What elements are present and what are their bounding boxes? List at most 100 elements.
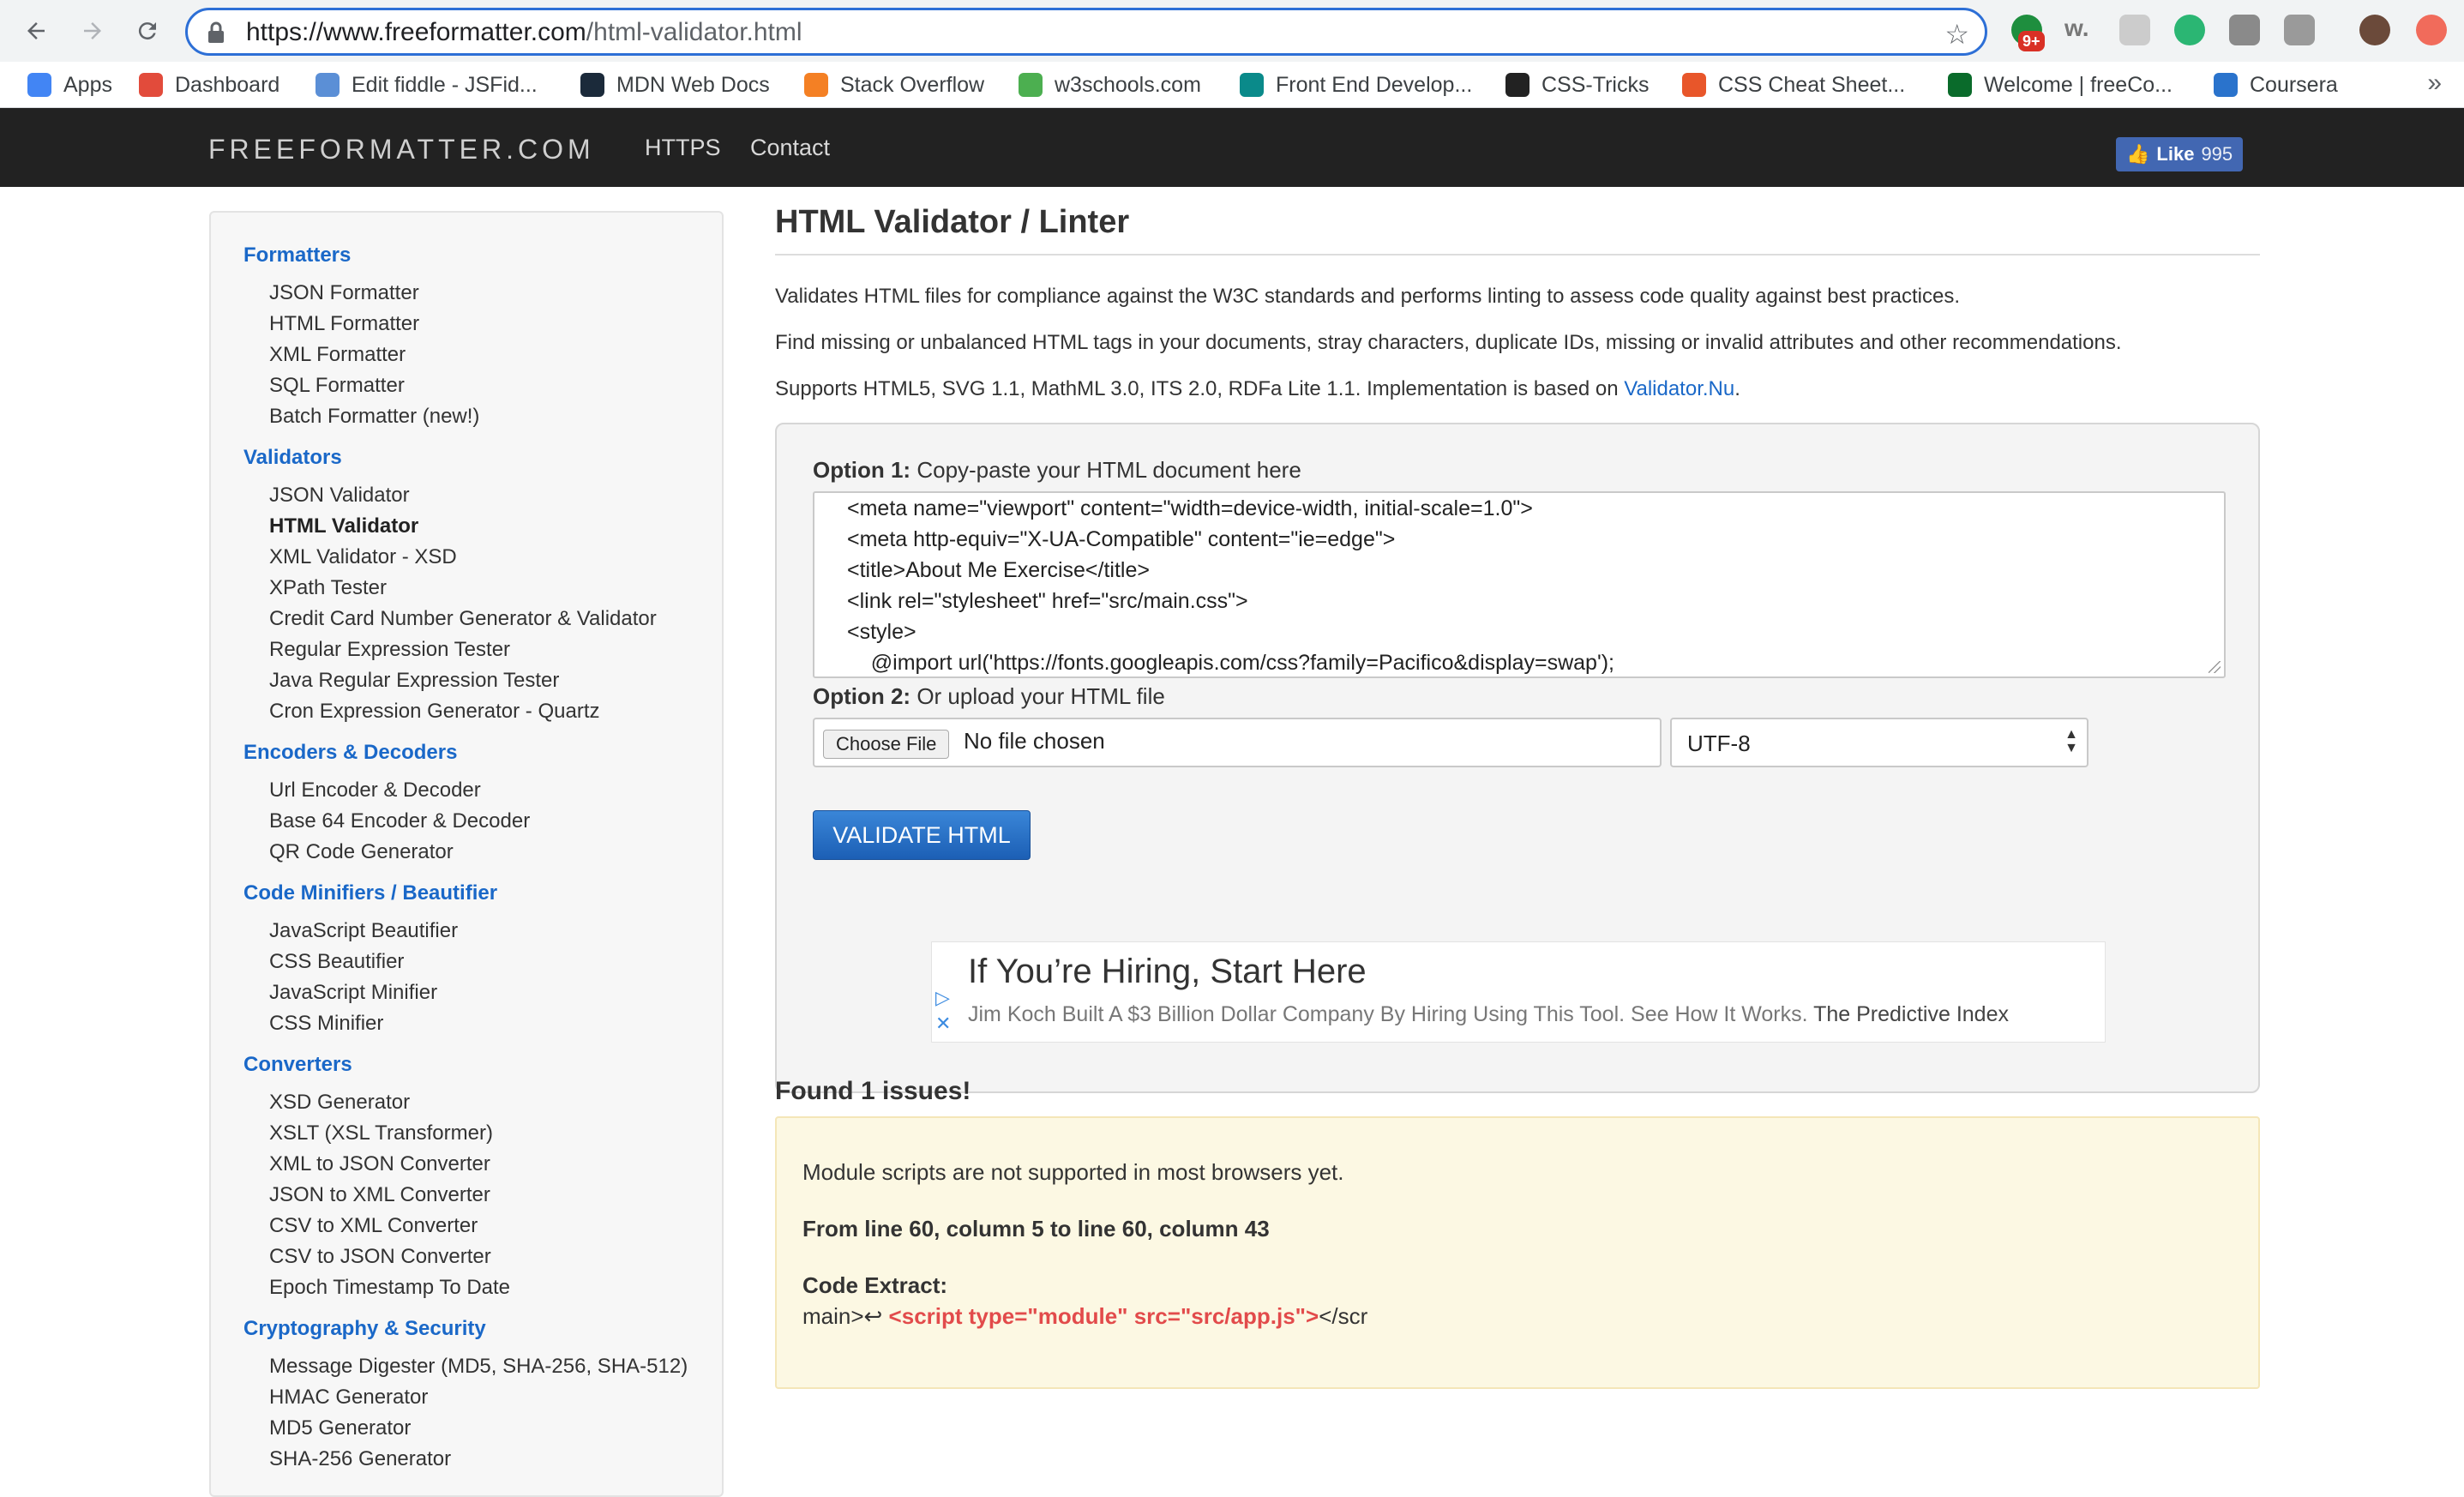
bookmark-item[interactable]: Dashboard <box>139 70 279 99</box>
sidebar-section-title[interactable]: Validators <box>243 446 342 470</box>
address-bar[interactable]: https://www.freeformatter.com/html-valid… <box>185 8 1987 56</box>
choose-file-button[interactable]: Choose File <box>823 730 950 759</box>
sidebar-section-title[interactable]: Formatters <box>243 243 351 268</box>
bookmark-item[interactable]: Front End Develop... <box>1240 70 1472 99</box>
bookmark-label: Stack Overflow <box>840 72 985 97</box>
sidebar-item[interactable]: Message Digester (MD5, SHA-256, SHA-512) <box>269 1355 688 1379</box>
bookmark-label: Welcome | freeCo... <box>1984 72 2173 97</box>
file-status: No file chosen <box>964 728 1105 754</box>
extension-icon[interactable] <box>2174 15 2205 45</box>
sidebar-item[interactable]: XSLT (XSL Transformer) <box>269 1121 493 1145</box>
extension-icon[interactable] <box>2229 15 2260 45</box>
sidebar-item[interactable]: Url Encoder & Decoder <box>269 779 481 803</box>
issue-card: Module scripts are not supported in most… <box>775 1116 2260 1389</box>
sidebar-item[interactable]: XPath Tester <box>269 576 387 600</box>
encoding-value: UTF-8 <box>1687 730 1751 756</box>
sidebar-item[interactable]: JSON Validator <box>269 484 410 508</box>
ad-body[interactable]: Jim Koch Built A $3 Billion Dollar Compa… <box>968 1002 2009 1027</box>
sidebar-item[interactable]: Epoch Timestamp To Date <box>269 1276 510 1300</box>
bookmark-item[interactable]: CSS-Tricks <box>1505 70 1649 99</box>
bookmark-item[interactable]: MDN Web Docs <box>580 70 770 99</box>
bookmark-star-icon[interactable]: ☆ <box>1944 18 1969 51</box>
browser-toolbar: https://www.freeformatter.com/html-valid… <box>0 0 2464 62</box>
code-line: <title>About Me Exercise</title> <box>847 558 1150 582</box>
bookmark-favicon-icon <box>1948 73 1972 97</box>
bookmark-favicon-icon <box>1505 73 1529 97</box>
title-divider <box>775 254 2260 256</box>
ad-headline[interactable]: If You’re Hiring, Start Here <box>968 953 1367 991</box>
sidebar-item[interactable]: JavaScript Minifier <box>269 981 437 1005</box>
bookmark-favicon-icon <box>1019 73 1043 97</box>
bookmark-label: w3schools.com <box>1055 72 1201 97</box>
issue-location: From line 60, column 5 to line 60, colum… <box>802 1216 1270 1241</box>
option2-label: Option 2: Or upload your HTML file <box>813 683 1165 709</box>
sidebar-item[interactable]: MD5 Generator <box>269 1416 411 1440</box>
sidebar-item[interactable]: Batch Formatter (new!) <box>269 405 479 429</box>
bookmark-label: Coursera <box>2250 72 2338 97</box>
bookmark-favicon-icon <box>139 73 163 97</box>
validator-nu-link[interactable]: Validator.Nu <box>1624 377 1734 400</box>
sidebar-section-title[interactable]: Converters <box>243 1053 352 1077</box>
sidebar-item[interactable]: HTML Formatter <box>269 312 419 336</box>
sidebar-item[interactable]: SQL Formatter <box>269 374 405 398</box>
profile-avatar[interactable] <box>2359 15 2390 45</box>
nav-https[interactable]: HTTPS <box>645 135 721 161</box>
sidebar-item[interactable]: Cron Expression Generator - Quartz <box>269 700 600 724</box>
sidebar-item[interactable]: XML Formatter <box>269 343 406 367</box>
resize-handle[interactable] <box>2209 661 2221 673</box>
extension-icon[interactable] <box>2119 15 2150 45</box>
file-upload-input[interactable]: Choose File No file chosen <box>813 718 1662 767</box>
encoding-select[interactable]: UTF-8 ▲ ▼ <box>1670 718 2088 767</box>
bookmark-label: Front End Develop... <box>1276 72 1473 97</box>
sidebar-item[interactable]: XML Validator - XSD <box>269 545 457 569</box>
sidebar-item[interactable]: XML to JSON Converter <box>269 1152 490 1176</box>
sidebar-item[interactable]: JavaScript Beautifier <box>269 919 458 943</box>
bookmark-item[interactable]: Stack Overflow <box>804 70 984 99</box>
code-line: @import url('https://fonts.googleapis.co… <box>847 651 1615 675</box>
site-logo[interactable]: FREEFORMATTER.COM <box>208 134 595 165</box>
bookmark-item[interactable]: CSS Cheat Sheet... <box>1682 70 1905 99</box>
sidebar-section-title[interactable]: Cryptography & Security <box>243 1317 486 1341</box>
extension-w-icon[interactable]: w. <box>2064 15 2095 45</box>
advertisement[interactable]: ▷ ✕ If You’re Hiring, Start Here Jim Koc… <box>931 941 2106 1043</box>
sidebar-item[interactable]: HMAC Generator <box>269 1386 428 1410</box>
sidebar-item[interactable]: JSON Formatter <box>269 281 419 305</box>
intro-paragraph: Find missing or unbalanced HTML tags in … <box>775 331 2122 354</box>
sidebar-item[interactable]: CSS Minifier <box>269 1012 383 1036</box>
update-icon[interactable] <box>2416 15 2447 45</box>
sidebar-section-title[interactable]: Encoders & Decoders <box>243 741 457 765</box>
adchoices-icon[interactable]: ▷ <box>935 987 950 1009</box>
sidebar-item[interactable]: CSS Beautifier <box>269 950 404 974</box>
sidebar-item[interactable]: HTML Validator <box>269 514 418 538</box>
results-heading: Found 1 issues! <box>775 1077 971 1105</box>
sidebar-item[interactable]: JSON to XML Converter <box>269 1183 490 1207</box>
sidebar-item[interactable]: CSV to XML Converter <box>269 1214 478 1238</box>
extension-icon[interactable] <box>2284 15 2315 45</box>
bookmark-item[interactable]: Edit fiddle - JSFid... <box>316 70 538 99</box>
reload-icon[interactable] <box>129 12 166 50</box>
forward-arrow-icon[interactable] <box>74 12 111 50</box>
more-bookmarks-icon[interactable]: » <box>2427 69 2442 98</box>
sidebar-item[interactable]: QR Code Generator <box>269 840 454 864</box>
bookmark-item[interactable]: Welcome | freeCo... <box>1948 70 2173 99</box>
sidebar-item[interactable]: XSD Generator <box>269 1091 410 1115</box>
sidebar-item[interactable]: Java Regular Expression Tester <box>269 669 559 693</box>
facebook-like-button[interactable]: 👍 Like 995 <box>2116 137 2243 171</box>
bookmark-favicon-icon <box>580 73 604 97</box>
sidebar-item[interactable]: Base 64 Encoder & Decoder <box>269 809 530 833</box>
nav-contact[interactable]: Contact <box>750 135 830 161</box>
sidebar-section-title[interactable]: Code Minifiers / Beautifier <box>243 881 497 905</box>
back-arrow-icon[interactable] <box>17 12 55 50</box>
sidebar-item[interactable]: CSV to JSON Converter <box>269 1245 491 1269</box>
bookmark-item[interactable]: Apps <box>27 70 112 99</box>
sidebar-item[interactable]: Regular Expression Tester <box>269 638 510 662</box>
validate-html-button[interactable]: VALIDATE HTML <box>813 810 1031 860</box>
bookmark-favicon-icon <box>804 73 828 97</box>
close-ad-icon[interactable]: ✕ <box>935 1013 951 1035</box>
bookmark-item[interactable]: Coursera <box>2214 70 2338 99</box>
html-input-textarea[interactable]: <meta name="viewport" content="width=dev… <box>813 491 2226 678</box>
sidebar-item[interactable]: Credit Card Number Generator & Validator <box>269 607 657 631</box>
bookmark-item[interactable]: w3schools.com <box>1019 70 1201 99</box>
page-title: HTML Validator / Linter <box>775 204 1130 240</box>
intro-paragraph: Validates HTML files for compliance agai… <box>775 285 1961 308</box>
